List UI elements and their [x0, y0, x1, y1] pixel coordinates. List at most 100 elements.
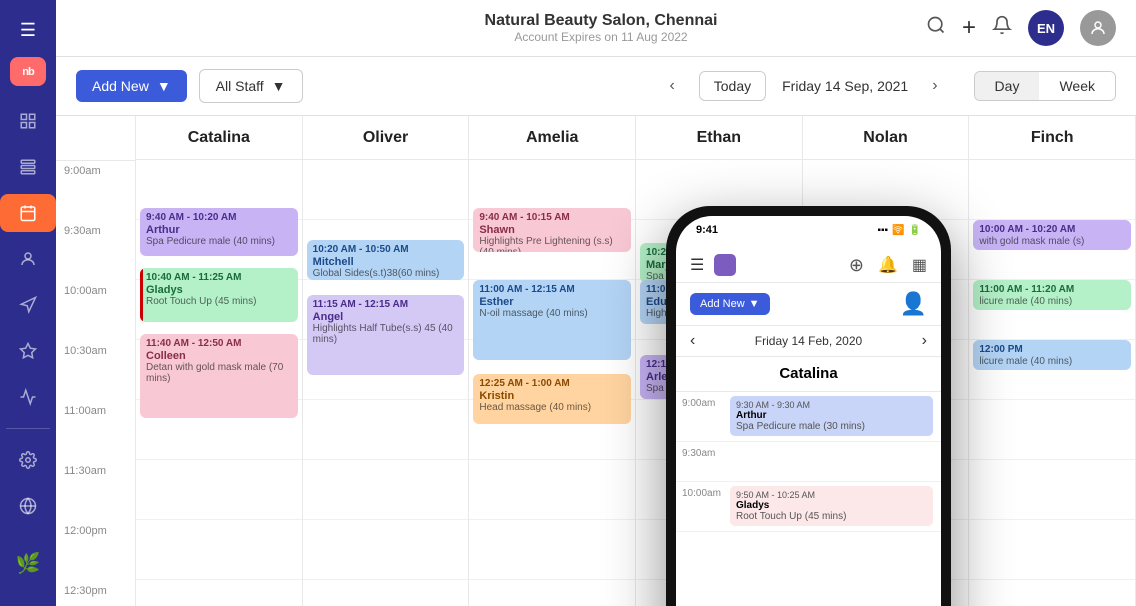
appt-client: Kristin	[479, 390, 625, 402]
appt-catalina-3[interactable]: 11:40 AM - 12:50 AM Colleen Detan with g…	[140, 334, 298, 418]
sidebar-item-translate[interactable]	[0, 487, 56, 525]
sidebar-item-marketing[interactable]	[0, 286, 56, 324]
sidebar-item-leaf[interactable]: 🌿	[6, 541, 51, 586]
appt-finch-1[interactable]: 10:00 AM - 10:20 AM with gold mask male …	[973, 220, 1131, 250]
staff-col-amelia: Amelia	[469, 116, 636, 606]
phone-person-icon[interactable]: 👤	[900, 291, 927, 317]
staff-header-nolan: Nolan	[803, 116, 969, 160]
sidebar-item-calendar[interactable]	[0, 194, 56, 232]
appt-service: with gold mask male (s)	[979, 236, 1125, 247]
phone-appt-2-time: 9:50 AM - 10:25 AM	[736, 490, 927, 500]
sidebar-item-list[interactable]	[0, 148, 56, 186]
sidebar: ☰ nb 🌿	[0, 0, 56, 606]
sidebar-item-dashboard[interactable]	[0, 102, 56, 140]
appt-service: N-oil massage (40 mins)	[479, 308, 625, 319]
toolbar: Add New ▼ All Staff ▼ ‹ Today Friday 14 …	[56, 57, 1136, 116]
week-view-button[interactable]: Week	[1039, 72, 1115, 100]
appt-service: licure male (40 mins)	[979, 356, 1125, 367]
user-avatar[interactable]	[1080, 10, 1116, 46]
appt-time: 10:00 AM - 10:20 AM	[979, 224, 1125, 235]
appt-time: 12:00 PM	[979, 344, 1125, 355]
time-slot-930: 9:30am	[56, 221, 135, 281]
day-view-button[interactable]: Day	[975, 72, 1040, 100]
staff-header-amelia: Amelia	[469, 116, 635, 160]
appt-service: Highlights Half Tube(s.s) 45 (40 mins)	[313, 323, 459, 345]
add-icon[interactable]: +	[962, 14, 976, 42]
next-date-button[interactable]: ›	[920, 71, 949, 101]
phone-appt-1-service: Spa Pedicure male (30 mins)	[736, 421, 927, 432]
today-button[interactable]: Today	[699, 71, 766, 101]
appt-time: 11:00 AM - 12:15 AM	[479, 284, 625, 295]
appt-service: Head massage (40 mins)	[479, 402, 625, 413]
staff-filter-button[interactable]: All Staff ▼	[199, 69, 303, 103]
appt-client: Mitchell	[313, 256, 459, 268]
salon-name: Natural Beauty Salon, Chennai	[485, 12, 718, 30]
add-new-label: Add New	[92, 78, 149, 94]
add-new-button[interactable]: Add New ▼	[76, 70, 187, 102]
staff-filter-chevron-icon: ▼	[272, 78, 286, 94]
time-slot-1000: 10:00am	[56, 281, 135, 341]
phone-logo	[714, 254, 736, 276]
phone-appt-930	[728, 442, 941, 450]
phone-appt-900: 9:30 AM - 9:30 AM Arthur Spa Pedicure ma…	[728, 392, 941, 440]
phone-signal-icon: ▪▪▪	[877, 225, 888, 236]
staff-header-finch: Finch	[969, 116, 1135, 160]
phone-date-label: Friday 14 Feb, 2020	[755, 334, 862, 348]
appt-client: Shawn	[479, 224, 625, 236]
phone-menu-icon[interactable]: ☰	[690, 255, 704, 275]
main-content: Natural Beauty Salon, Chennai Account Ex…	[56, 0, 1136, 606]
appt-time: 10:20 AM - 10:50 AM	[313, 244, 459, 255]
phone-appt-1[interactable]: 9:30 AM - 9:30 AM Arthur Spa Pedicure ma…	[730, 396, 933, 436]
phone-mockup: 9:41 ▪▪▪ 🛜 🔋 ☰	[666, 206, 951, 606]
phone-add-new-button[interactable]: Add New ▼	[690, 293, 770, 315]
appt-catalina-1[interactable]: 9:40 AM - 10:20 AM Arthur Spa Pedicure m…	[140, 208, 298, 256]
appt-time: 11:15 AM - 12:15 AM	[313, 299, 459, 310]
sidebar-item-reports[interactable]	[0, 378, 56, 416]
appt-client: Colleen	[146, 350, 292, 362]
appt-amelia-1[interactable]: 9:40 AM - 10:15 AM Shawn Highlights Pre …	[473, 208, 631, 252]
staff-header-ethan: Ethan	[636, 116, 802, 160]
sidebar-item-settings[interactable]	[0, 441, 56, 479]
phone-battery-icon: 🔋	[909, 225, 921, 236]
staff-header-oliver: Oliver	[303, 116, 469, 160]
phone-next-icon[interactable]: ›	[922, 332, 927, 350]
appt-finch-2[interactable]: 11:00 AM - 11:20 AM licure male (40 mins…	[973, 280, 1131, 310]
phone-schedule: 9:00am 9:30 AM - 9:30 AM Arthur Spa Pedi…	[676, 392, 941, 606]
appt-catalina-2[interactable]: 10:40 AM - 11:25 AM Gladys Root Touch Up…	[140, 268, 298, 322]
appt-service: Spa Pedicure male (40 mins)	[146, 236, 292, 247]
appt-client: Gladys	[146, 284, 292, 296]
appt-amelia-3[interactable]: 12:25 AM - 1:00 AM Kristin Head massage …	[473, 374, 631, 424]
menu-icon[interactable]: ☰	[12, 12, 44, 49]
sidebar-item-clients[interactable]	[0, 240, 56, 278]
user-initials[interactable]: EN	[1028, 10, 1064, 46]
app-logo: nb	[10, 57, 46, 86]
header-title: Natural Beauty Salon, Chennai Account Ex…	[485, 12, 718, 44]
phone-time-900: 9:00am	[676, 392, 728, 415]
prev-date-button[interactable]: ‹	[657, 71, 686, 101]
phone-staff-name: Catalina	[779, 365, 837, 382]
appt-oliver-2[interactable]: 11:15 AM - 12:15 AM Angel Highlights Hal…	[307, 295, 465, 375]
appt-time: 10:40 AM - 11:25 AM	[146, 272, 292, 283]
phone-bell-icon[interactable]: 🔔	[878, 255, 898, 275]
time-column: 9:00am 9:30am 10:00am 10:30am 11:00am 11…	[56, 116, 136, 606]
calendar-area: 9:00am 9:30am 10:00am 10:30am 11:00am 11…	[56, 116, 1136, 606]
appt-time: 9:40 AM - 10:20 AM	[146, 212, 292, 223]
staff-col-oliver: Oliver	[303, 116, 470, 606]
view-toggle: Day Week	[974, 71, 1116, 101]
sidebar-item-reviews[interactable]	[0, 332, 56, 370]
phone-grid-icon[interactable]: ▦	[912, 255, 927, 275]
appt-amelia-2[interactable]: 11:00 AM - 12:15 AM Esther N-oil massage…	[473, 280, 631, 360]
phone-time: 9:41	[696, 224, 718, 236]
time-slot-1030: 10:30am	[56, 341, 135, 401]
time-slot-1130: 11:30am	[56, 461, 135, 521]
appt-service: Detan with gold mask male (70 mins)	[146, 362, 292, 384]
add-new-chevron-icon: ▼	[157, 78, 171, 94]
bell-icon[interactable]	[992, 15, 1012, 41]
appt-finch-3[interactable]: 12:00 PM licure male (40 mins)	[973, 340, 1131, 370]
phone-prev-icon[interactable]: ‹	[690, 332, 695, 350]
phone-plus-icon[interactable]: ⊕	[849, 255, 864, 276]
search-icon[interactable]	[926, 15, 946, 41]
appt-client: Esther	[479, 296, 625, 308]
phone-appt-2[interactable]: 9:50 AM - 10:25 AM Gladys Root Touch Up …	[730, 486, 933, 526]
appt-oliver-1[interactable]: 10:20 AM - 10:50 AM Mitchell Global Side…	[307, 240, 465, 280]
